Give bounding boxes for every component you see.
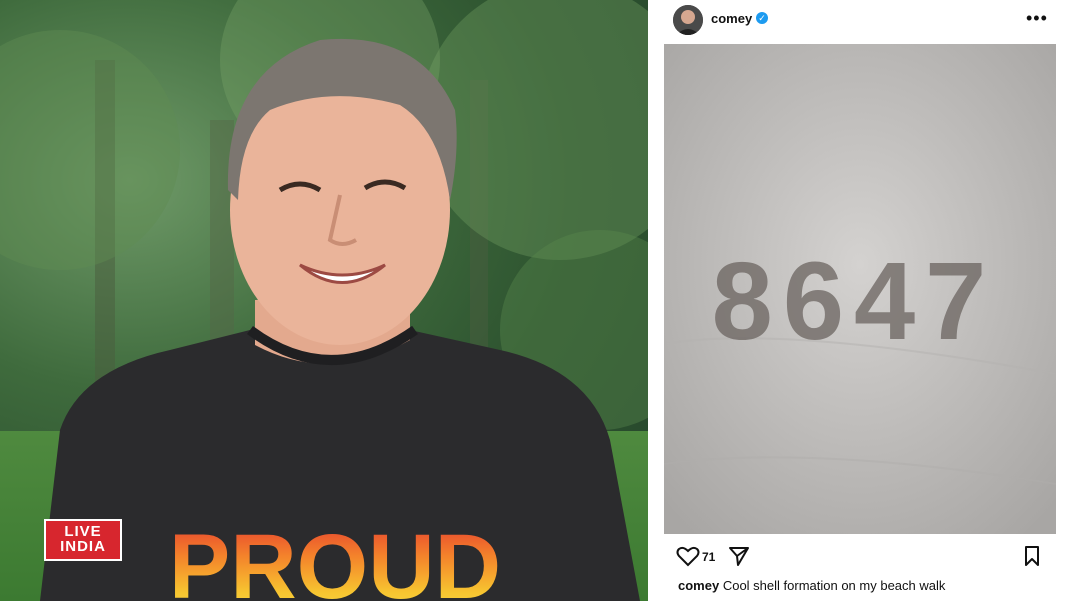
post-actions: 71 [648, 542, 1068, 570]
like-count: 71 [702, 550, 716, 564]
sand-shell-image: 8647 [664, 44, 1056, 534]
heart-icon[interactable] [676, 545, 700, 567]
more-options-icon[interactable]: ••• [1026, 8, 1048, 29]
bookmark-icon[interactable] [1022, 545, 1042, 567]
avatar-image [673, 5, 703, 35]
verified-badge-icon: ✓ [756, 12, 768, 24]
caption-text: Cool shell formation on my beach walk [722, 578, 946, 593]
post-caption: comey Cool shell formation on my beach w… [678, 578, 945, 593]
post-header: comey ✓ ••• [648, 0, 1068, 40]
instagram-post: comey ✓ ••• 8647 71 comey Cool shell for… [648, 0, 1068, 601]
post-username[interactable]: comey [711, 11, 752, 26]
person: PROUD [40, 38, 640, 601]
shell-number-text: 8647 [712, 240, 997, 363]
post-image[interactable]: 8647 [664, 44, 1056, 534]
live-india-logo: LIVE INDIA [44, 519, 122, 561]
logo-line1: LIVE [64, 523, 102, 540]
news-photo: PROUD LIVE INDIA [0, 0, 648, 601]
caption-username[interactable]: comey [678, 578, 719, 593]
logo-line2: INDIA [60, 538, 106, 555]
send-icon[interactable] [728, 545, 750, 567]
avatar[interactable] [673, 5, 703, 35]
shirt-text: PROUD [169, 516, 501, 601]
